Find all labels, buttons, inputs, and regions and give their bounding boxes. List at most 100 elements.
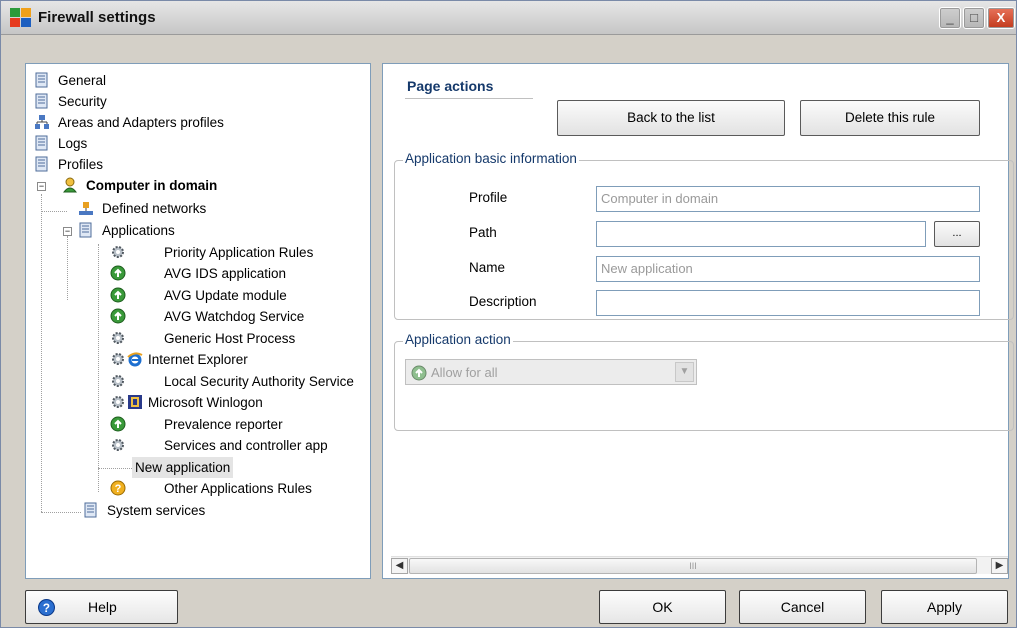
tree-item-lsa-service[interactable]: Local Security Authority Service	[110, 371, 357, 392]
ok-button[interactable]: OK	[599, 590, 726, 624]
tree-item-security[interactable]: Security	[34, 91, 110, 112]
question-icon: ?	[110, 480, 126, 496]
tree-item-new-application[interactable]: New application	[132, 457, 234, 478]
tree-item-label: Areas and Adapters profiles	[58, 115, 224, 130]
avg-logo-icon	[10, 8, 31, 27]
tree-item-label: Generic Host Process	[164, 331, 296, 346]
gear-icon	[112, 375, 124, 387]
browse-button[interactable]: ...	[934, 221, 980, 247]
tree-item-label: Computer in domain	[86, 178, 218, 193]
help-icon: ?	[38, 599, 55, 616]
tree-item-label: Internet Explorer	[148, 352, 248, 367]
gear-icon	[112, 353, 124, 365]
allow-icon	[411, 365, 427, 381]
delete-rule-button[interactable]: Delete this rule	[800, 100, 980, 136]
rule-detail-panel: Page actions Back to the list Delete thi…	[382, 63, 1014, 579]
allow-icon	[110, 308, 126, 324]
gear-icon	[112, 246, 124, 258]
tree-connector	[67, 236, 68, 300]
description-field[interactable]	[596, 290, 980, 316]
application-action-title: Application action	[403, 332, 513, 347]
gear-icon	[112, 396, 124, 408]
tree-item-general[interactable]: General	[34, 70, 109, 91]
chevron-down-icon[interactable]: ▼	[675, 362, 694, 382]
ie-icon	[127, 352, 143, 367]
tree-item-generic-host-process[interactable]: Generic Host Process	[110, 328, 298, 349]
firewall-settings-window: Firewall settings _ □ X General Security…	[0, 0, 1017, 628]
tree-item-services-controller[interactable]: Services and controller app	[110, 435, 331, 456]
title-bar[interactable]: Firewall settings _ □ X	[1, 1, 1016, 35]
tree-item-internet-explorer[interactable]: Internet Explorer	[110, 349, 251, 370]
tree-item-other-applications-rules[interactable]: ? Other Applications Rules	[110, 478, 315, 499]
page-actions-title: Page actions	[407, 78, 494, 94]
tree-item-label: Applications	[102, 223, 175, 238]
back-to-list-button[interactable]: Back to the list	[557, 100, 785, 136]
help-label: Help	[88, 599, 117, 615]
name-label: Name	[469, 260, 506, 275]
scrollbar-thumb[interactable]: III	[409, 558, 977, 574]
tree-item-label: AVG Update module	[164, 288, 287, 303]
application-action-select[interactable]: Allow for all ▼	[405, 359, 697, 385]
tree-connector	[98, 244, 99, 492]
window-title: Firewall settings	[38, 9, 156, 26]
minimize-button[interactable]: _	[939, 7, 961, 29]
allow-icon	[110, 265, 126, 281]
application-action-value: Allow for all	[431, 365, 498, 380]
tree-item-label: New application	[132, 457, 234, 478]
help-button[interactable]: ? Help	[25, 590, 178, 624]
tree-item-logs[interactable]: Logs	[34, 133, 90, 154]
collapse-toggle[interactable]: −	[63, 227, 72, 236]
tree-item-computer-in-domain[interactable]: Computer in domain	[62, 175, 220, 196]
tree-connector	[98, 468, 134, 469]
tree-item-applications[interactable]: Applications	[78, 220, 178, 241]
tree-item-avg-update-module[interactable]: AVG Update module	[110, 285, 290, 306]
path-label: Path	[469, 225, 497, 240]
scroll-left-button[interactable]: ◀	[391, 558, 408, 574]
allow-icon	[110, 416, 126, 432]
svg-text:?: ?	[115, 483, 122, 495]
cancel-button[interactable]: Cancel	[739, 590, 866, 624]
tree-item-label: Prevalence reporter	[164, 417, 283, 432]
tree-item-avg-ids[interactable]: AVG IDS application	[110, 263, 289, 284]
apply-button[interactable]: Apply	[881, 590, 1008, 624]
tree-item-label: General	[58, 73, 107, 88]
tree-item-prevalence-reporter[interactable]: Prevalence reporter	[110, 414, 286, 435]
document-icon	[35, 72, 48, 88]
network-icon	[35, 115, 49, 129]
tree-item-label: Security	[58, 94, 107, 109]
description-label: Description	[469, 294, 537, 309]
document-icon	[35, 135, 48, 151]
path-field[interactable]	[596, 221, 926, 247]
tree-item-label: Other Applications Rules	[164, 481, 312, 496]
tree-item-label: Local Security Authority Service	[164, 374, 354, 389]
divider	[405, 98, 533, 99]
tree-item-label: AVG IDS application	[164, 266, 287, 281]
tree-item-label: AVG Watchdog Service	[164, 309, 305, 324]
settings-tree[interactable]: General Security Areas and Adapters prof…	[25, 63, 371, 579]
tree-item-label: Priority Application Rules	[164, 245, 314, 260]
tree-item-system-services[interactable]: System services	[83, 500, 208, 521]
tree-item-avg-watchdog[interactable]: AVG Watchdog Service	[110, 306, 307, 327]
gear-icon	[112, 439, 124, 451]
close-button[interactable]: X	[987, 7, 1015, 29]
profile-field[interactable]: Computer in domain	[596, 186, 980, 212]
tree-connector	[41, 194, 42, 512]
winlogon-icon	[128, 395, 142, 409]
horizontal-scrollbar[interactable]: ◀ III ▶	[391, 556, 1008, 574]
scroll-right-button[interactable]: ▶	[991, 558, 1008, 574]
tree-item-label: System services	[107, 503, 206, 518]
name-field[interactable]: New application	[596, 256, 980, 282]
collapse-toggle[interactable]: −	[37, 182, 46, 191]
maximize-button[interactable]: □	[963, 7, 985, 29]
tree-item-microsoft-winlogon[interactable]: Microsoft Winlogon	[110, 392, 266, 413]
document-icon	[35, 156, 48, 172]
document-icon	[84, 502, 97, 518]
tree-item-label: Microsoft Winlogon	[148, 395, 263, 410]
tree-item-priority-application-rules[interactable]: Priority Application Rules	[110, 242, 316, 263]
application-action-group	[394, 341, 1014, 431]
tree-item-profiles[interactable]: Profiles	[34, 154, 106, 175]
tree-item-areas-adapters[interactable]: Areas and Adapters profiles	[34, 112, 227, 133]
tree-item-defined-networks[interactable]: Defined networks	[78, 198, 209, 219]
document-icon	[79, 222, 92, 238]
document-icon	[35, 93, 48, 109]
